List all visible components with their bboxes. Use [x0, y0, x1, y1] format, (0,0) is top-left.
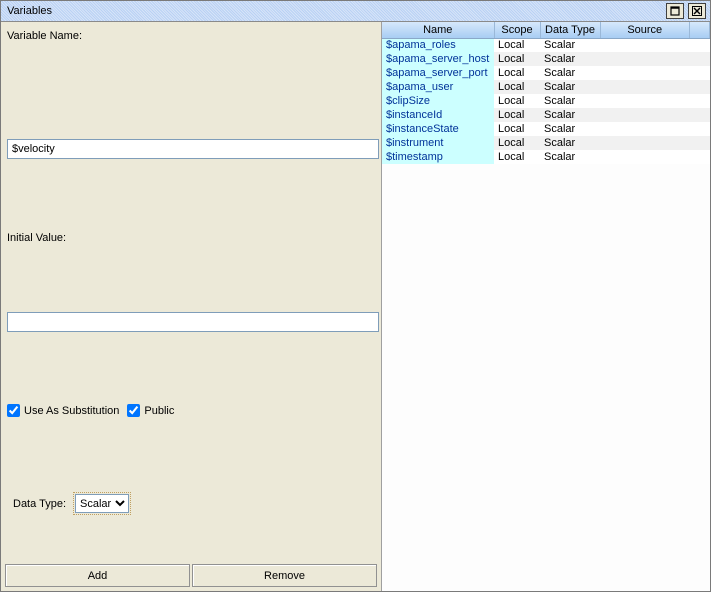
cell-name: $timestamp: [382, 150, 494, 164]
cell-spacer: [690, 52, 710, 66]
cell-spacer: [690, 80, 710, 94]
col-header-data-type[interactable]: Data Type: [540, 22, 600, 38]
cell-source: [600, 108, 690, 122]
cell-scope: Local: [494, 66, 540, 80]
table-row[interactable]: $apama_rolesLocalScalar: [382, 38, 710, 52]
dialog-body: Variable Name: Initial Value: Use As Sub…: [1, 22, 710, 591]
cell-data-type: Scalar: [540, 94, 600, 108]
cell-source: [600, 66, 690, 80]
cell-data-type: Scalar: [540, 136, 600, 150]
cell-scope: Local: [494, 94, 540, 108]
cell-source: [600, 136, 690, 150]
cell-data-type: Scalar: [540, 38, 600, 52]
button-row: Add Remove: [5, 564, 377, 587]
cell-data-type: Scalar: [540, 52, 600, 66]
col-header-source[interactable]: Source: [600, 22, 690, 38]
cell-spacer: [690, 150, 710, 164]
cell-name: $instanceId: [382, 108, 494, 122]
cell-data-type: Scalar: [540, 108, 600, 122]
table-row[interactable]: $timestampLocalScalar: [382, 150, 710, 164]
cell-scope: Local: [494, 108, 540, 122]
checkbox-row: Use As Substitution Public: [7, 404, 174, 417]
cell-data-type: Scalar: [540, 66, 600, 80]
use-as-substitution-text: Use As Substitution: [24, 405, 119, 417]
use-as-substitution-checkbox[interactable]: [7, 404, 20, 417]
table-header-row: Name Scope Data Type Source: [382, 22, 710, 38]
cell-scope: Local: [494, 80, 540, 94]
cell-scope: Local: [494, 38, 540, 52]
cell-spacer: [690, 136, 710, 150]
cell-name: $instrument: [382, 136, 494, 150]
variables-table: Name Scope Data Type Source $apama_roles…: [382, 22, 710, 164]
table-row[interactable]: $apama_userLocalScalar: [382, 80, 710, 94]
cell-name: $apama_user: [382, 80, 494, 94]
titlebar: Variables: [1, 1, 710, 22]
public-checkbox[interactable]: [127, 404, 140, 417]
cell-source: [600, 38, 690, 52]
cell-data-type: Scalar: [540, 150, 600, 164]
table-row[interactable]: $instanceIdLocalScalar: [382, 108, 710, 122]
cell-name: $apama_server_port: [382, 66, 494, 80]
initial-value-label: Initial Value:: [7, 232, 66, 244]
table-row[interactable]: $apama_server_hostLocalScalar: [382, 52, 710, 66]
variables-table-panel: Name Scope Data Type Source $apama_roles…: [381, 22, 710, 591]
col-header-name[interactable]: Name: [382, 22, 494, 38]
cell-name: $instanceState: [382, 122, 494, 136]
col-header-scope[interactable]: Scope: [494, 22, 540, 38]
cell-scope: Local: [494, 52, 540, 66]
cell-scope: Local: [494, 150, 540, 164]
window-title: Variables: [7, 5, 666, 17]
cell-scope: Local: [494, 122, 540, 136]
data-type-row: Data Type: Scalar: [13, 493, 130, 514]
data-type-label: Data Type:: [13, 498, 66, 510]
maximize-button[interactable]: [666, 3, 684, 19]
table-row[interactable]: $clipSizeLocalScalar: [382, 94, 710, 108]
variable-name-label: Variable Name:: [7, 30, 82, 42]
cell-source: [600, 94, 690, 108]
cell-name: $clipSize: [382, 94, 494, 108]
public-text: Public: [144, 405, 174, 417]
table-row[interactable]: $apama_server_portLocalScalar: [382, 66, 710, 80]
cell-spacer: [690, 38, 710, 52]
variable-name-input[interactable]: [7, 139, 379, 159]
cell-source: [600, 122, 690, 136]
public-checkbox-label[interactable]: Public: [127, 404, 174, 417]
use-as-substitution-checkbox-label[interactable]: Use As Substitution: [7, 404, 119, 417]
cell-data-type: Scalar: [540, 122, 600, 136]
close-button[interactable]: [688, 3, 706, 19]
form-panel: Variable Name: Initial Value: Use As Sub…: [1, 22, 381, 591]
maximize-icon: [670, 6, 680, 16]
table-row[interactable]: $instanceStateLocalScalar: [382, 122, 710, 136]
cell-name: $apama_roles: [382, 38, 494, 52]
variables-dialog: Variables Variable Name: Initial Value: …: [0, 0, 711, 592]
window-buttons: [666, 3, 706, 19]
col-header-spacer: [690, 22, 710, 38]
cell-name: $apama_server_host: [382, 52, 494, 66]
cell-source: [600, 52, 690, 66]
close-icon: [692, 6, 702, 16]
initial-value-input[interactable]: [7, 312, 379, 332]
cell-spacer: [690, 94, 710, 108]
cell-spacer: [690, 66, 710, 80]
cell-data-type: Scalar: [540, 80, 600, 94]
data-type-select[interactable]: Scalar: [75, 494, 129, 513]
cell-scope: Local: [494, 136, 540, 150]
cell-spacer: [690, 122, 710, 136]
cell-source: [600, 150, 690, 164]
cell-spacer: [690, 108, 710, 122]
cell-source: [600, 80, 690, 94]
add-button[interactable]: Add: [5, 564, 190, 587]
table-row[interactable]: $instrumentLocalScalar: [382, 136, 710, 150]
remove-button[interactable]: Remove: [192, 564, 377, 587]
